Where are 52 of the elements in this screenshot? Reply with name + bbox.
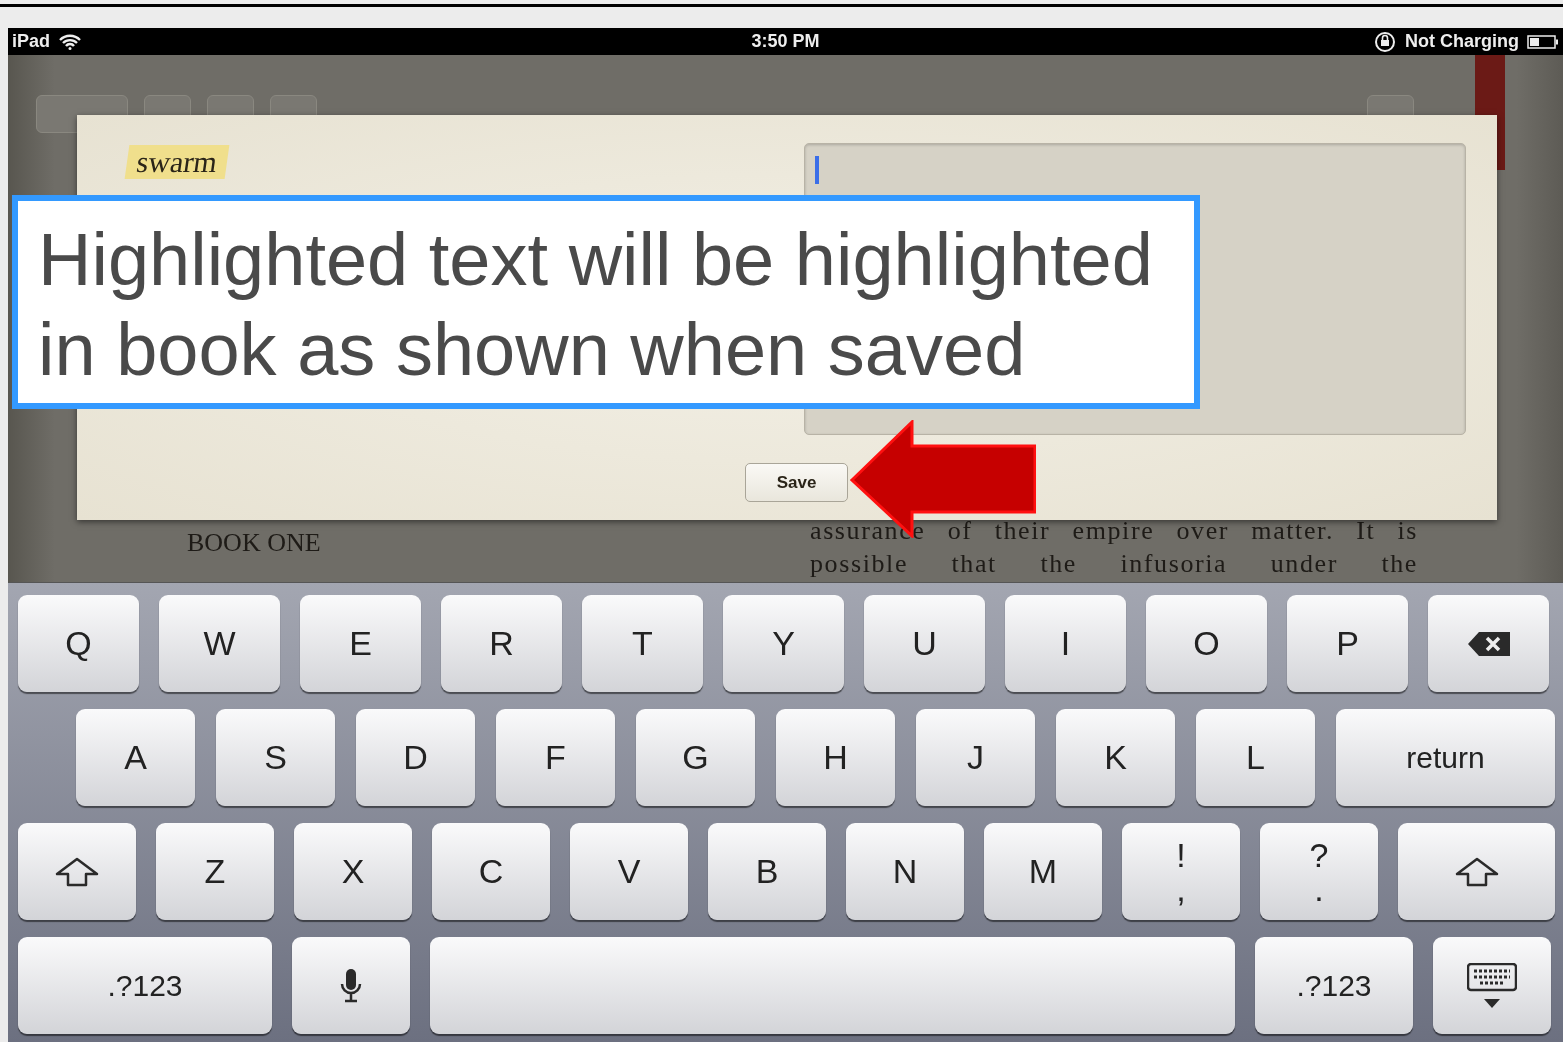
book-text-line: possible that the infusoria under the xyxy=(810,548,1418,580)
keyboard-hide-icon xyxy=(1467,962,1517,1009)
letter-key[interactable]: P xyxy=(1287,595,1408,692)
letter-key[interactable]: F xyxy=(496,709,615,806)
clock-time: 3:50 PM xyxy=(751,31,820,52)
letter-key[interactable]: C xyxy=(432,823,550,920)
punctuation-key[interactable]: ? . xyxy=(1260,823,1378,920)
rotation-lock-icon xyxy=(1373,30,1397,53)
save-button[interactable]: Save xyxy=(745,463,848,502)
annotation-callout: Highlighted text will be highlighted in book as shown when saved xyxy=(12,195,1200,409)
letter-key[interactable]: I xyxy=(1005,595,1126,692)
device-name: iPad xyxy=(12,31,50,52)
wifi-icon xyxy=(58,33,82,50)
letter-key[interactable]: K xyxy=(1056,709,1175,806)
shift-arrow-icon xyxy=(55,856,99,887)
letter-key[interactable]: B xyxy=(708,823,826,920)
highlighted-word: swarm xyxy=(124,145,230,179)
letter-key[interactable]: A xyxy=(76,709,195,806)
letter-key[interactable]: U xyxy=(864,595,985,692)
letter-key[interactable]: R xyxy=(441,595,562,692)
backspace-icon xyxy=(1466,630,1511,657)
letter-key[interactable]: O xyxy=(1146,595,1267,692)
letter-key[interactable]: Z xyxy=(156,823,274,920)
letter-key[interactable]: E xyxy=(300,595,421,692)
charging-status: Not Charging xyxy=(1405,31,1519,52)
letter-key[interactable]: W xyxy=(159,595,280,692)
hide-keyboard-key[interactable] xyxy=(1433,937,1551,1034)
dictation-key[interactable] xyxy=(292,937,410,1034)
letter-key[interactable]: H xyxy=(776,709,895,806)
letter-key[interactable]: L xyxy=(1196,709,1315,806)
numbers-key[interactable]: .?123 xyxy=(1255,937,1413,1034)
text-cursor xyxy=(815,156,819,184)
letter-key[interactable]: X xyxy=(294,823,412,920)
letter-key[interactable]: J xyxy=(916,709,1035,806)
shift-arrow-icon xyxy=(1454,856,1499,887)
letter-key[interactable]: Q xyxy=(18,595,139,692)
punctuation-key[interactable]: ! , xyxy=(1122,823,1240,920)
battery-icon xyxy=(1527,34,1559,49)
letter-key[interactable]: M xyxy=(984,823,1102,920)
microphone-icon xyxy=(339,967,363,1004)
numbers-key[interactable]: .?123 xyxy=(18,937,272,1034)
letter-key[interactable]: N xyxy=(846,823,964,920)
letter-key[interactable]: Y xyxy=(723,595,844,692)
letter-key[interactable]: V xyxy=(570,823,688,920)
letter-key[interactable]: D xyxy=(356,709,475,806)
chapter-heading: BOOK ONE xyxy=(186,527,322,558)
backspace-key[interactable] xyxy=(1428,595,1549,692)
letter-key[interactable]: T xyxy=(582,595,703,692)
letter-key[interactable]: S xyxy=(216,709,335,806)
letter-key[interactable]: G xyxy=(636,709,755,806)
return-key[interactable]: return xyxy=(1336,709,1555,806)
shift-key[interactable] xyxy=(18,823,136,920)
